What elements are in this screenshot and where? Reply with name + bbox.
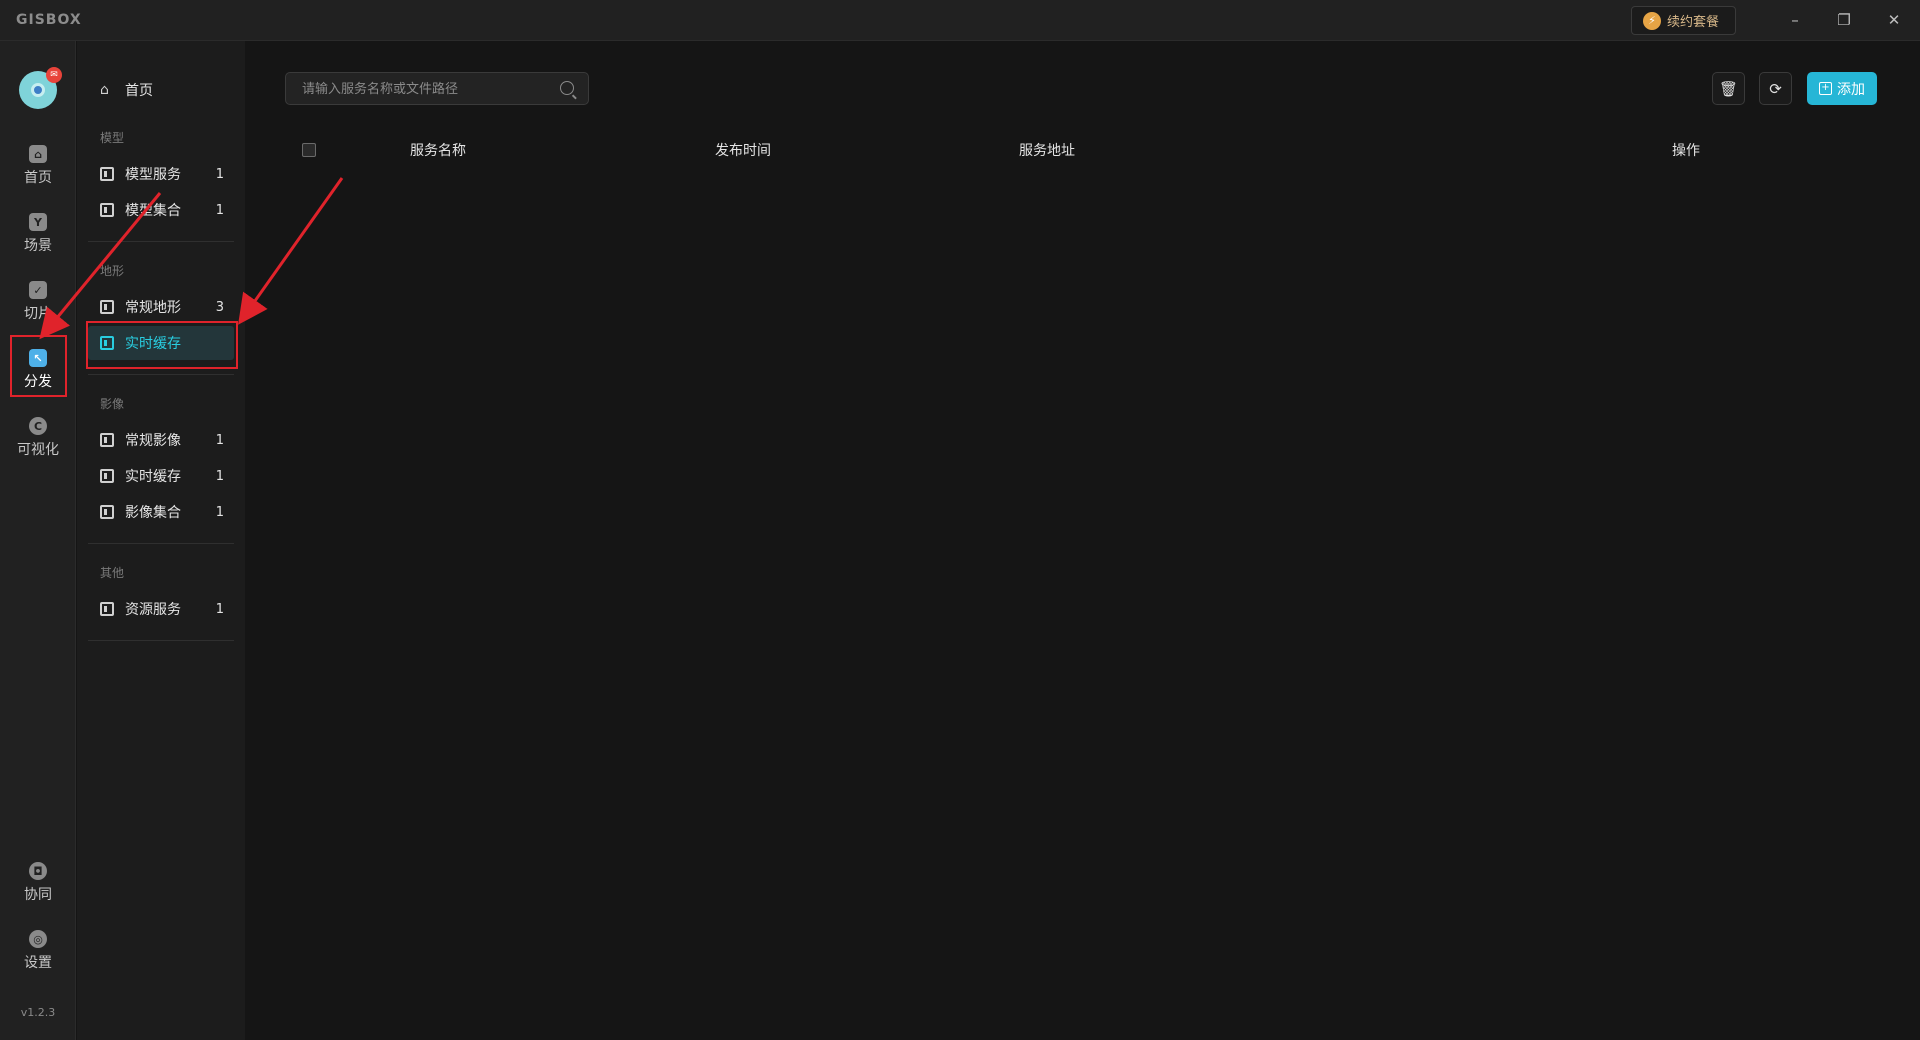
icon-rail: ✉ ⌂ 首页 Y 场景 ✓ 切片 ↖ 分发 C 可视化 ◘ 协同 ◎ 设置 v1… xyxy=(0,41,76,1040)
divider xyxy=(88,241,234,242)
submenu-item-label: 模型服务 xyxy=(125,167,181,183)
refresh-icon: ⟳ xyxy=(1769,79,1782,98)
imagery-icon xyxy=(100,433,114,447)
item-count: 1 xyxy=(215,468,224,484)
resource-icon xyxy=(100,602,114,616)
rail-item-settings[interactable]: ◎ 设置 xyxy=(0,922,76,980)
item-count: 1 xyxy=(215,504,224,520)
imagery-collection-icon xyxy=(100,505,114,519)
annotation-arrows xyxy=(39,177,344,340)
home-icon: ⌂ xyxy=(29,145,47,163)
rail-item-label: 协同 xyxy=(24,887,52,903)
rail-item-scene[interactable]: Y 场景 xyxy=(0,205,76,263)
renew-plan-button[interactable]: ⚡ 续约套餐 xyxy=(1631,6,1736,35)
column-header-service-name[interactable]: 服务名称 xyxy=(410,140,466,160)
item-count: 3 xyxy=(215,299,224,315)
item-count: 1 xyxy=(215,601,224,617)
column-header-publish-time[interactable]: 发布时间 xyxy=(715,140,771,160)
item-count: 1 xyxy=(215,166,224,182)
submenu-item-model-service[interactable]: 模型服务 1 xyxy=(88,157,234,191)
imagery-cache-icon xyxy=(100,469,114,483)
divider xyxy=(88,543,234,544)
select-all-checkbox[interactable] xyxy=(302,143,316,157)
settings-icon: ◎ xyxy=(29,930,47,948)
version-label: v1.2.3 xyxy=(20,1006,56,1019)
visualize-icon: C xyxy=(29,417,47,435)
item-count: 1 xyxy=(215,432,224,448)
section-label-other: 其他 xyxy=(100,566,125,580)
rail-item-collaborate[interactable]: ◘ 协同 xyxy=(0,854,76,912)
submenu-item-imagery-regular[interactable]: 常规影像 1 xyxy=(88,423,234,457)
add-button-label: 添加 xyxy=(1837,81,1865,98)
app-logo: GISBOX xyxy=(16,12,82,28)
submenu-item-imagery-collection[interactable]: 影像集合 1 xyxy=(88,495,234,529)
trash-icon: 🗑 xyxy=(1718,79,1739,98)
cube-icon: Y xyxy=(29,213,47,231)
lock-icon: ◘ xyxy=(29,862,47,880)
message-badge-icon[interactable]: ✉ xyxy=(46,67,62,83)
submenu-item-model-collection[interactable]: 模型集合 1 xyxy=(88,193,234,227)
terrain-icon xyxy=(100,300,114,314)
sub-menu: ⌂ 首页 模型 模型服务 1 模型集合 1 地形 常规地形 3 实时缓存 影像 … xyxy=(77,41,245,1040)
search-icon[interactable] xyxy=(560,81,574,95)
rail-item-label: 切片 xyxy=(24,306,52,322)
submenu-item-label: 影像集合 xyxy=(125,505,181,521)
restore-button[interactable]: ❐ xyxy=(1829,6,1859,34)
item-count: 1 xyxy=(215,202,224,218)
submenu-item-label: 模型集合 xyxy=(125,203,181,219)
close-button[interactable]: ✕ xyxy=(1879,6,1909,34)
annotation-box-distribute xyxy=(10,335,67,397)
rail-item-label: 可视化 xyxy=(17,442,59,458)
submenu-item-resource-service[interactable]: 资源服务 1 xyxy=(88,592,234,626)
submenu-item-label: 常规地形 xyxy=(125,300,181,316)
rail-item-label: 首页 xyxy=(24,170,52,186)
rail-item-label: 场景 xyxy=(24,238,52,254)
section-label-model: 模型 xyxy=(100,131,125,145)
divider xyxy=(88,374,234,375)
renew-plan-label: 续约套餐 xyxy=(1667,15,1720,30)
title-bar: GISBOX ⚡ 续约套餐 – ❐ ✕ xyxy=(0,0,1920,41)
section-label-imagery: 影像 xyxy=(100,397,125,411)
submenu-item-label: 实时缓存 xyxy=(125,469,181,485)
minimize-button[interactable]: – xyxy=(1780,6,1810,34)
annotation-box-realtime-cache xyxy=(86,321,238,369)
submenu-item-home[interactable]: ⌂ 首页 xyxy=(88,73,234,107)
submenu-item-label: 首页 xyxy=(125,83,153,99)
submenu-item-label: 常规影像 xyxy=(125,433,181,449)
plus-icon: + xyxy=(1819,82,1832,95)
refresh-button[interactable]: ⟳ xyxy=(1759,72,1792,105)
model-icon xyxy=(100,167,114,181)
rail-item-home[interactable]: ⌂ 首页 xyxy=(0,137,76,195)
rail-item-slice[interactable]: ✓ 切片 xyxy=(0,273,76,331)
annotation-arrow-to-realtime-cache xyxy=(238,177,344,325)
submenu-item-label: 资源服务 xyxy=(125,602,181,618)
home-icon: ⌂ xyxy=(100,82,109,98)
search-input[interactable] xyxy=(302,79,552,99)
slice-icon: ✓ xyxy=(29,281,47,299)
user-icon xyxy=(31,83,45,97)
submenu-item-terrain-regular[interactable]: 常规地形 3 xyxy=(88,290,234,324)
rail-item-visualize[interactable]: C 可视化 xyxy=(0,409,76,467)
column-header-actions: 操作 xyxy=(1672,143,1700,159)
rail-item-label: 设置 xyxy=(24,955,52,971)
avatar[interactable]: ✉ xyxy=(19,67,62,109)
divider xyxy=(88,640,234,641)
lightning-icon: ⚡ xyxy=(1643,11,1661,30)
submenu-item-imagery-realtime-cache[interactable]: 实时缓存 1 xyxy=(88,459,234,493)
column-header-service-address[interactable]: 服务地址 xyxy=(1019,140,1075,160)
model-icon xyxy=(100,203,114,217)
add-button[interactable]: + 添加 xyxy=(1807,72,1877,105)
delete-button[interactable]: 🗑 xyxy=(1712,72,1745,105)
section-label-terrain: 地形 xyxy=(100,264,125,278)
search-box[interactable] xyxy=(285,72,589,105)
